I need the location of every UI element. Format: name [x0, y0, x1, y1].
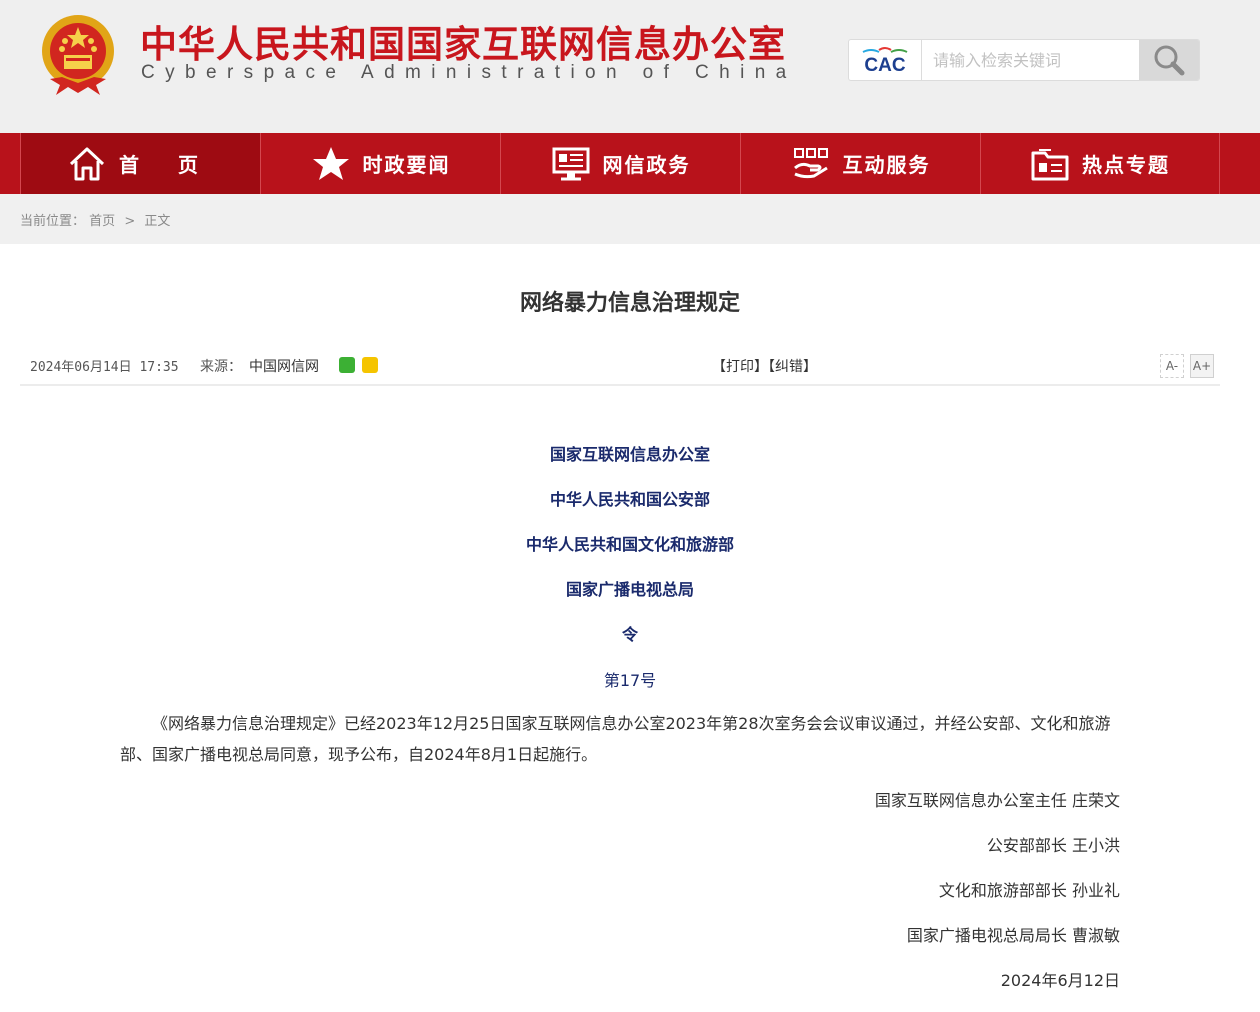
breadcrumb-bar: 当前位置： 首页 > 正文	[0, 194, 1260, 244]
print-link[interactable]: 【打印】	[712, 359, 768, 375]
signature-line: 公安部部长 王小洪	[986, 836, 1120, 855]
site-header: 中华人民共和国国家互联网信息办公室 Cyberspace Administrat…	[0, 0, 1260, 133]
folder-icon	[1030, 144, 1070, 184]
search-icon	[1154, 45, 1185, 76]
breadcrumb-prefix: 当前位置：	[20, 214, 86, 229]
publish-date: 2024年06月14日 17:35	[30, 360, 179, 375]
breadcrumb: 当前位置： 首页 > 正文	[20, 210, 170, 229]
nav-label-affairs: 网信政务	[602, 153, 691, 177]
order-heading: 令	[621, 625, 638, 644]
nav-item-affairs[interactable]: 网信政务	[500, 133, 740, 194]
nav-item-service[interactable]: 互动服务	[740, 133, 980, 194]
breadcrumb-separator: >	[124, 214, 136, 229]
signature-line: 国家互联网信息办公室主任 庄荣文	[874, 791, 1120, 810]
signature-line: 国家广播电视总局局长 曹淑敏	[906, 926, 1120, 945]
national-emblem-icon[interactable]	[38, 13, 118, 97]
main-nav: 首 页 时政要闻 网信政务 互动服务 热点专题	[0, 133, 1260, 194]
cac-logo-icon: CAC	[862, 47, 908, 74]
nav-label-topics: 热点专题	[1082, 153, 1170, 177]
font-smaller-button[interactable]: A-	[1160, 354, 1184, 378]
breadcrumb-current: 正文	[144, 214, 171, 229]
nav-item-news[interactable]: 时政要闻	[260, 133, 500, 194]
cac-logo[interactable]: CAC	[849, 40, 922, 80]
source-name: 中国网信网	[249, 359, 319, 375]
star-icon	[311, 144, 351, 184]
search-input[interactable]	[923, 40, 1139, 80]
nav-label-news: 时政要闻	[362, 153, 451, 177]
body-paragraph: 《网络暴力信息治理规定》已经2023年12月25日国家互联网信息办公室2023年…	[120, 714, 1111, 764]
nav-label-home: 首 页	[119, 153, 214, 177]
monitor-icon	[551, 144, 591, 184]
signature-line: 文化和旅游部部长 孙业礼	[938, 881, 1120, 900]
article-tools: 【打印】【纠错】	[712, 356, 817, 376]
issuer-line: 中华人民共和国文化和旅游部	[525, 535, 734, 554]
issuer-line: 国家互联网信息办公室	[549, 445, 710, 464]
site-title-chinese[interactable]: 中华人民共和国国家互联网信息办公室	[140, 14, 786, 68]
svg-text:CAC: CAC	[864, 55, 905, 74]
issuer-line: 国家广播电视总局	[565, 580, 694, 599]
breadcrumb-home-link[interactable]: 首页	[89, 214, 115, 229]
nav-item-topics[interactable]: 热点专题	[980, 133, 1220, 194]
order-number: 第17号	[603, 671, 657, 690]
article-meta: 2024年06月14日 17:35 来源： 中国网信网 【打印】【纠错】 A- …	[20, 350, 1220, 386]
signature-date: 2024年6月12日	[1000, 971, 1120, 990]
nav-label-service: 互动服务	[842, 153, 931, 177]
correct-link[interactable]: 【纠错】	[768, 359, 817, 375]
search-button[interactable]	[1139, 40, 1199, 80]
issuer-line: 中华人民共和国公安部	[549, 490, 710, 509]
handshake-icon	[791, 144, 831, 184]
home-icon	[67, 144, 107, 184]
qzone-share-icon[interactable]	[362, 357, 378, 373]
nav-item-home[interactable]: 首 页	[20, 133, 260, 194]
article-title: 网络暴力信息治理规定	[519, 291, 740, 316]
font-larger-button[interactable]: A+	[1190, 354, 1214, 378]
site-title-english: Cyberspace Administration of China	[141, 62, 797, 83]
source-label: 来源：	[200, 359, 242, 375]
search-box: CAC	[848, 39, 1200, 81]
wechat-share-icon[interactable]	[339, 357, 355, 373]
